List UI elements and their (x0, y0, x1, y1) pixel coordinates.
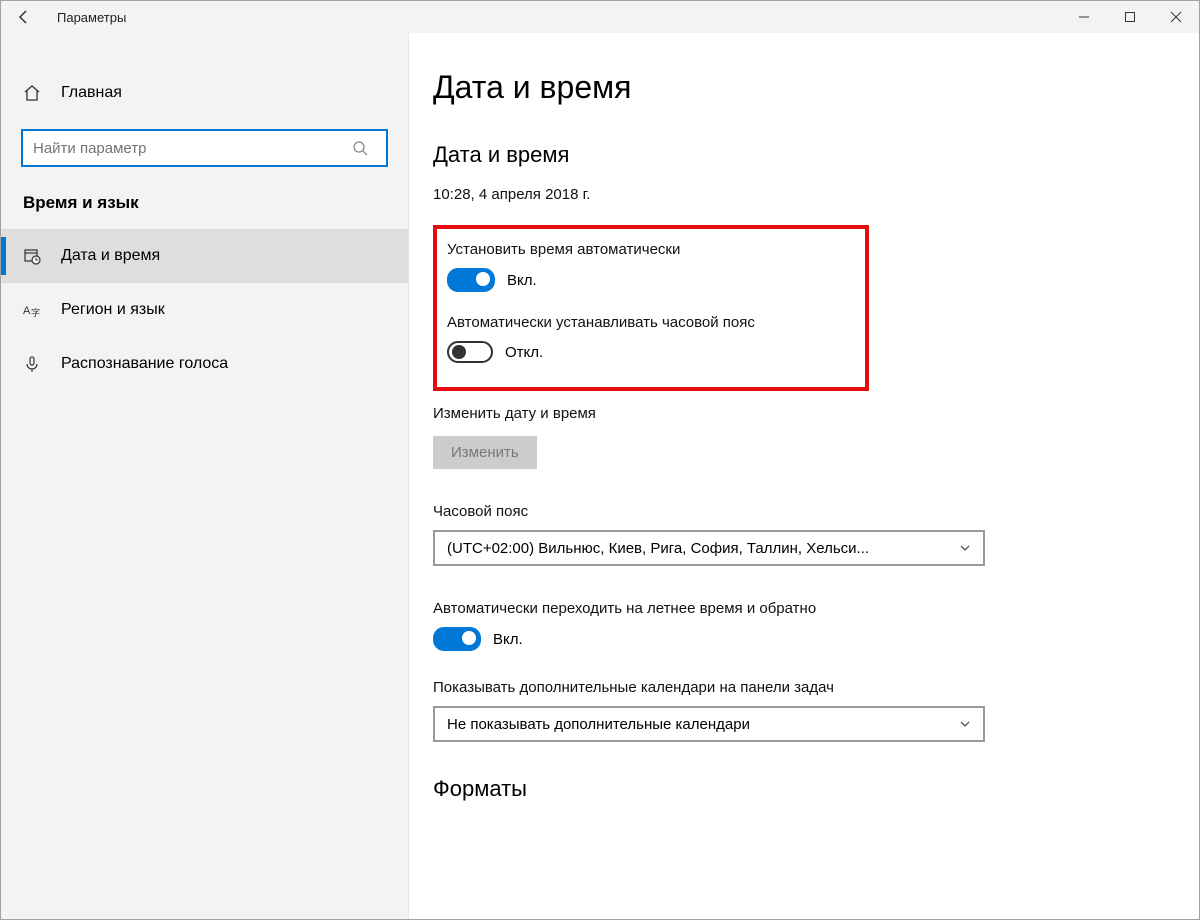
search-icon (352, 140, 386, 156)
titlebar: Параметры (1, 1, 1199, 33)
nav-home-label: Главная (61, 84, 122, 102)
sidebar: Главная Время и язык Дата и время (1, 33, 409, 919)
window-title: Параметры (57, 10, 126, 25)
nav-home[interactable]: Главная (1, 71, 408, 115)
auto-timezone-label: Автоматически устанавливать часовой пояс (447, 314, 847, 331)
sidebar-item-label: Распознавание голоса (61, 355, 228, 373)
highlight-annotation: Установить время автоматически Вкл. Авто… (433, 225, 869, 391)
sidebar-item-region-language[interactable]: А字 Регион и язык (1, 283, 408, 337)
close-button[interactable] (1153, 1, 1199, 33)
sidebar-item-label: Регион и язык (61, 301, 165, 319)
current-datetime: 10:28, 4 апреля 2018 г. (433, 186, 1199, 203)
main-content: Дата и время Дата и время 10:28, 4 апрел… (409, 33, 1199, 919)
minimize-button[interactable] (1061, 1, 1107, 33)
calendar-clock-icon (23, 247, 43, 265)
timezone-dropdown[interactable]: (UTC+02:00) Вильнюс, Киев, Рига, София, … (433, 530, 985, 566)
dst-label: Автоматически переходить на летнее время… (433, 600, 1199, 617)
microphone-icon (23, 355, 43, 373)
page-title: Дата и время (433, 69, 1199, 106)
sidebar-item-date-time[interactable]: Дата и время (1, 229, 408, 283)
extra-calendars-value: Не показывать дополнительные календари (447, 716, 750, 733)
sidebar-item-label: Дата и время (61, 247, 160, 265)
auto-timezone-state: Откл. (505, 344, 543, 361)
change-datetime-button: Изменить (433, 436, 537, 469)
dst-toggle[interactable] (433, 627, 481, 651)
auto-timezone-toggle[interactable] (447, 341, 493, 363)
maximize-button[interactable] (1107, 1, 1153, 33)
svg-text:А: А (23, 305, 31, 317)
sidebar-category: Время и язык (1, 193, 408, 229)
language-icon: А字 (23, 301, 43, 319)
back-button[interactable] (1, 1, 47, 33)
extra-calendars-label: Показывать дополнительные календари на п… (433, 679, 1199, 696)
change-datetime-label: Изменить дату и время (433, 405, 1199, 422)
home-icon (23, 84, 43, 102)
section-date-time-title: Дата и время (433, 142, 1199, 168)
search-input[interactable] (21, 129, 388, 167)
extra-calendars-dropdown[interactable]: Не показывать дополнительные календари (433, 706, 985, 742)
chevron-down-icon (959, 718, 971, 730)
section-formats-title: Форматы (433, 776, 1199, 802)
svg-text:字: 字 (31, 307, 40, 318)
timezone-value: (UTC+02:00) Вильнюс, Киев, Рига, София, … (447, 540, 869, 557)
dst-state: Вкл. (493, 631, 523, 648)
auto-time-state: Вкл. (507, 272, 537, 289)
search-field[interactable] (23, 140, 352, 157)
auto-time-label: Установить время автоматически (447, 241, 847, 258)
timezone-label: Часовой пояс (433, 503, 1199, 520)
auto-time-toggle[interactable] (447, 268, 495, 292)
settings-window: Параметры Главная (0, 0, 1200, 920)
chevron-down-icon (959, 542, 971, 554)
sidebar-item-speech[interactable]: Распознавание голоса (1, 337, 408, 391)
